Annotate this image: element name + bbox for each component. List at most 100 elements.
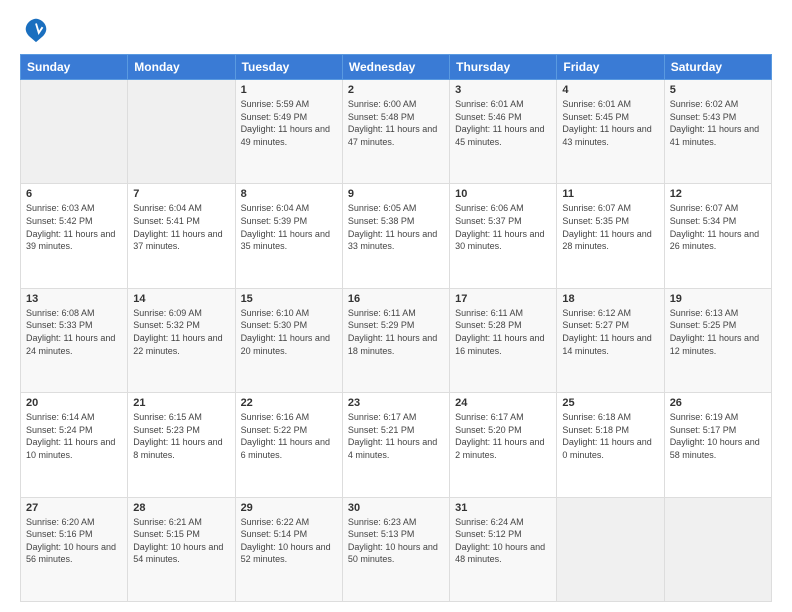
day-number: 29 <box>241 502 337 514</box>
day-info: Sunrise: 6:11 AM Sunset: 5:28 PM Dayligh… <box>455 307 551 357</box>
day-info: Sunrise: 6:12 AM Sunset: 5:27 PM Dayligh… <box>562 307 658 357</box>
calendar-cell: 15 Sunrise: 6:10 AM Sunset: 5:30 PM Dayli… <box>235 288 342 392</box>
col-header-saturday: Saturday <box>664 55 771 80</box>
day-number: 10 <box>455 188 551 200</box>
day-info: Sunrise: 6:08 AM Sunset: 5:33 PM Dayligh… <box>26 307 122 357</box>
day-info: Sunrise: 6:04 AM Sunset: 5:41 PM Dayligh… <box>133 202 229 252</box>
day-number: 27 <box>26 502 122 514</box>
calendar-cell: 17 Sunrise: 6:11 AM Sunset: 5:28 PM Dayli… <box>450 288 557 392</box>
day-number: 24 <box>455 397 551 409</box>
day-number: 5 <box>670 84 766 96</box>
day-info: Sunrise: 6:03 AM Sunset: 5:42 PM Dayligh… <box>26 202 122 252</box>
calendar-cell: 11Sunrise: 6:07 AM Sunset: 5:35 PM Dayli… <box>557 184 664 288</box>
day-number: 6 <box>26 188 122 200</box>
calendar-week-2: 6 Sunrise: 6:03 AM Sunset: 5:42 PM Daylig… <box>21 184 772 288</box>
day-info: Sunrise: 6:09 AM Sunset: 5:32 PM Dayligh… <box>133 307 229 357</box>
day-info: Sunrise: 6:10 AM Sunset: 5:30 PM Dayligh… <box>241 307 337 357</box>
page: SundayMondayTuesdayWednesdayThursdayFrid… <box>0 0 792 612</box>
day-number: 8 <box>241 188 337 200</box>
day-number: 14 <box>133 293 229 305</box>
calendar-cell: 21 Sunrise: 6:15 AM Sunset: 5:23 PM Dayli… <box>128 393 235 497</box>
calendar-cell: 6 Sunrise: 6:03 AM Sunset: 5:42 PM Daylig… <box>21 184 128 288</box>
day-number: 30 <box>348 502 444 514</box>
day-info: Sunrise: 6:02 AM Sunset: 5:43 PM Dayligh… <box>670 98 766 148</box>
calendar-cell: 7 Sunrise: 6:04 AM Sunset: 5:41 PM Daylig… <box>128 184 235 288</box>
calendar-cell: 23Sunrise: 6:17 AM Sunset: 5:21 PM Dayli… <box>342 393 449 497</box>
day-number: 1 <box>241 84 337 96</box>
calendar-week-3: 13Sunrise: 6:08 AM Sunset: 5:33 PM Dayli… <box>21 288 772 392</box>
calendar-cell: 22 Sunrise: 6:16 AM Sunset: 5:22 PM Dayli… <box>235 393 342 497</box>
col-header-sunday: Sunday <box>21 55 128 80</box>
calendar-cell: 26 Sunrise: 6:19 AM Sunset: 5:17 PM Dayli… <box>664 393 771 497</box>
calendar-cell: 30 Sunrise: 6:23 AM Sunset: 5:13 PM Dayli… <box>342 497 449 601</box>
day-info: Sunrise: 6:07 AM Sunset: 5:34 PM Dayligh… <box>670 202 766 252</box>
day-number: 16 <box>348 293 444 305</box>
day-info: Sunrise: 6:01 AM Sunset: 5:46 PM Dayligh… <box>455 98 551 148</box>
day-number: 31 <box>455 502 551 514</box>
calendar-cell: 27 Sunrise: 6:20 AM Sunset: 5:16 PM Dayli… <box>21 497 128 601</box>
calendar-cell: 19Sunrise: 6:13 AM Sunset: 5:25 PM Dayli… <box>664 288 771 392</box>
day-number: 21 <box>133 397 229 409</box>
col-header-tuesday: Tuesday <box>235 55 342 80</box>
day-number: 25 <box>562 397 658 409</box>
day-number: 26 <box>670 397 766 409</box>
calendar-cell: 16Sunrise: 6:11 AM Sunset: 5:29 PM Dayli… <box>342 288 449 392</box>
calendar-cell <box>21 80 128 184</box>
day-info: Sunrise: 6:18 AM Sunset: 5:18 PM Dayligh… <box>562 411 658 461</box>
calendar-week-5: 27 Sunrise: 6:20 AM Sunset: 5:16 PM Dayli… <box>21 497 772 601</box>
calendar-cell: 25 Sunrise: 6:18 AM Sunset: 5:18 PM Dayli… <box>557 393 664 497</box>
day-info: Sunrise: 6:22 AM Sunset: 5:14 PM Dayligh… <box>241 516 337 566</box>
calendar-cell: 31 Sunrise: 6:24 AM Sunset: 5:12 PM Dayli… <box>450 497 557 601</box>
day-number: 12 <box>670 188 766 200</box>
calendar-cell: 14 Sunrise: 6:09 AM Sunset: 5:32 PM Dayli… <box>128 288 235 392</box>
day-info: Sunrise: 6:16 AM Sunset: 5:22 PM Dayligh… <box>241 411 337 461</box>
calendar-cell: 12 Sunrise: 6:07 AM Sunset: 5:34 PM Dayli… <box>664 184 771 288</box>
day-number: 19 <box>670 293 766 305</box>
day-number: 3 <box>455 84 551 96</box>
calendar-cell: 24 Sunrise: 6:17 AM Sunset: 5:20 PM Dayli… <box>450 393 557 497</box>
day-info: Sunrise: 6:17 AM Sunset: 5:20 PM Dayligh… <box>455 411 551 461</box>
day-number: 18 <box>562 293 658 305</box>
day-number: 20 <box>26 397 122 409</box>
day-info: Sunrise: 6:06 AM Sunset: 5:37 PM Dayligh… <box>455 202 551 252</box>
day-info: Sunrise: 6:01 AM Sunset: 5:45 PM Dayligh… <box>562 98 658 148</box>
day-number: 17 <box>455 293 551 305</box>
calendar-cell <box>664 497 771 601</box>
calendar-cell: 29 Sunrise: 6:22 AM Sunset: 5:14 PM Dayli… <box>235 497 342 601</box>
day-info: Sunrise: 6:00 AM Sunset: 5:48 PM Dayligh… <box>348 98 444 148</box>
day-number: 2 <box>348 84 444 96</box>
calendar-cell: 9 Sunrise: 6:05 AM Sunset: 5:38 PM Daylig… <box>342 184 449 288</box>
calendar-cell: 3 Sunrise: 6:01 AM Sunset: 5:46 PM Daylig… <box>450 80 557 184</box>
logo-icon <box>22 16 50 44</box>
calendar-cell: 1Sunrise: 5:59 AM Sunset: 5:49 PM Daylig… <box>235 80 342 184</box>
calendar-cell: 8 Sunrise: 6:04 AM Sunset: 5:39 PM Daylig… <box>235 184 342 288</box>
header <box>20 16 772 44</box>
day-info: Sunrise: 6:24 AM Sunset: 5:12 PM Dayligh… <box>455 516 551 566</box>
calendar-cell <box>557 497 664 601</box>
day-info: Sunrise: 6:04 AM Sunset: 5:39 PM Dayligh… <box>241 202 337 252</box>
calendar-cell: 20 Sunrise: 6:14 AM Sunset: 5:24 PM Dayli… <box>21 393 128 497</box>
day-number: 23 <box>348 397 444 409</box>
day-number: 15 <box>241 293 337 305</box>
calendar-header-row: SundayMondayTuesdayWednesdayThursdayFrid… <box>21 55 772 80</box>
col-header-friday: Friday <box>557 55 664 80</box>
day-info: Sunrise: 6:05 AM Sunset: 5:38 PM Dayligh… <box>348 202 444 252</box>
day-number: 7 <box>133 188 229 200</box>
day-number: 9 <box>348 188 444 200</box>
day-info: Sunrise: 6:23 AM Sunset: 5:13 PM Dayligh… <box>348 516 444 566</box>
calendar-cell: 10 Sunrise: 6:06 AM Sunset: 5:37 PM Dayli… <box>450 184 557 288</box>
calendar-table: SundayMondayTuesdayWednesdayThursdayFrid… <box>20 54 772 602</box>
calendar-cell: 28 Sunrise: 6:21 AM Sunset: 5:15 PM Dayli… <box>128 497 235 601</box>
day-info: Sunrise: 6:19 AM Sunset: 5:17 PM Dayligh… <box>670 411 766 461</box>
calendar-cell: 4Sunrise: 6:01 AM Sunset: 5:45 PM Daylig… <box>557 80 664 184</box>
calendar-cell: 18 Sunrise: 6:12 AM Sunset: 5:27 PM Dayli… <box>557 288 664 392</box>
day-info: Sunrise: 6:15 AM Sunset: 5:23 PM Dayligh… <box>133 411 229 461</box>
day-number: 22 <box>241 397 337 409</box>
col-header-monday: Monday <box>128 55 235 80</box>
calendar-cell: 13Sunrise: 6:08 AM Sunset: 5:33 PM Dayli… <box>21 288 128 392</box>
logo <box>20 16 50 44</box>
day-info: Sunrise: 6:20 AM Sunset: 5:16 PM Dayligh… <box>26 516 122 566</box>
day-info: Sunrise: 6:14 AM Sunset: 5:24 PM Dayligh… <box>26 411 122 461</box>
day-number: 28 <box>133 502 229 514</box>
day-info: Sunrise: 6:21 AM Sunset: 5:15 PM Dayligh… <box>133 516 229 566</box>
